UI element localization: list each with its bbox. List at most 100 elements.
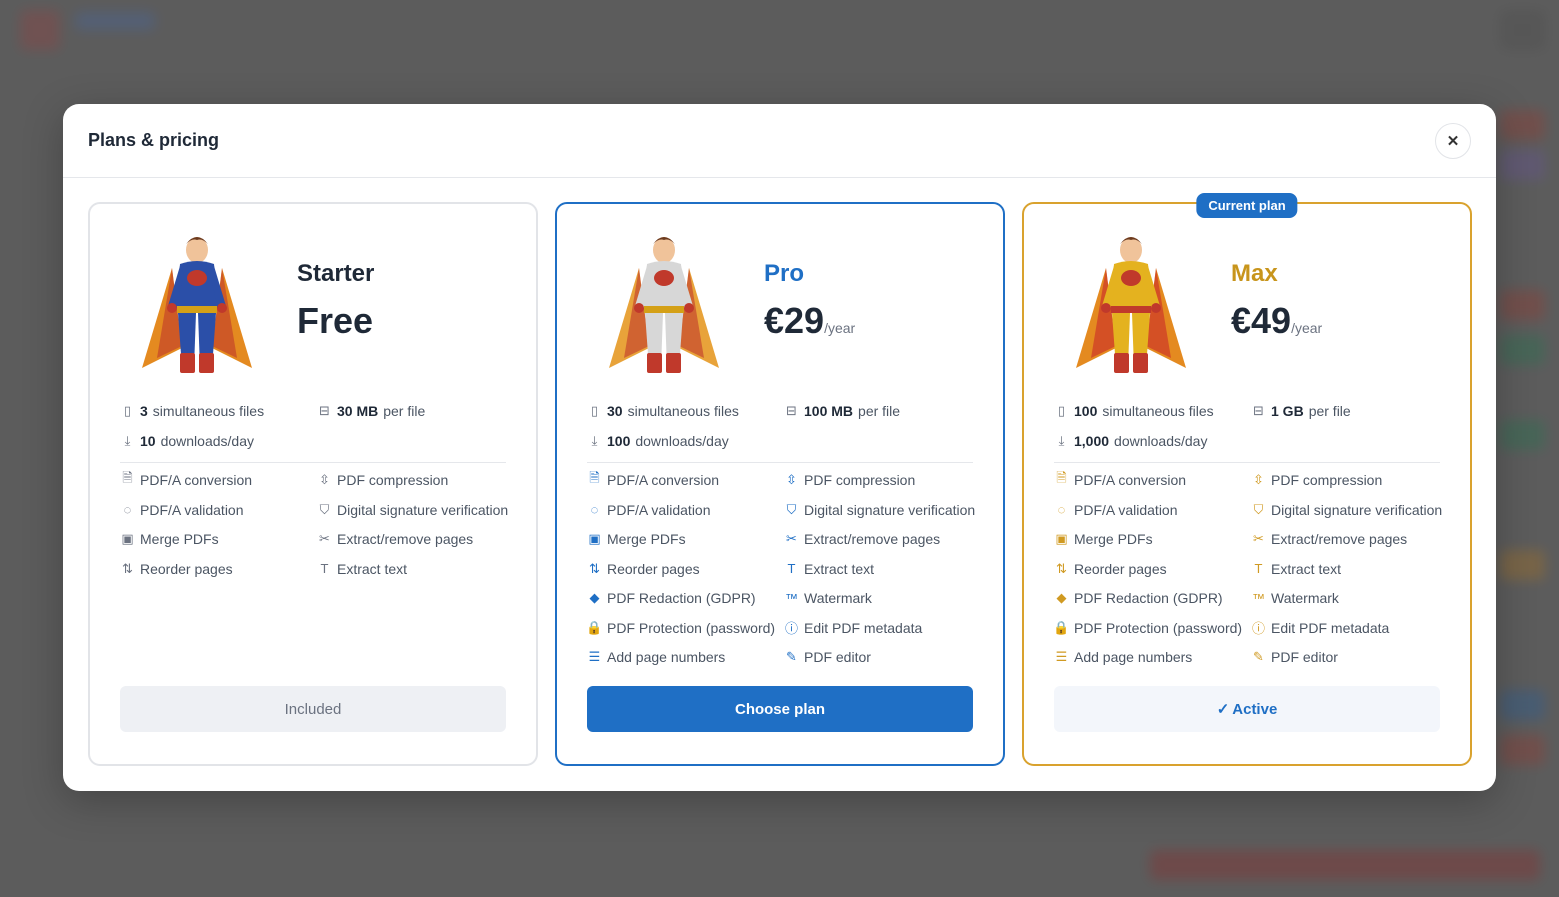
list-icon: ☰ bbox=[1055, 649, 1068, 664]
feature-label: Add page numbers bbox=[1074, 649, 1193, 665]
compress-icon: ⇳ bbox=[319, 472, 330, 487]
limit-value: 10 bbox=[140, 433, 156, 449]
limit-text: per file bbox=[858, 403, 901, 419]
shield-icon: ⛉ bbox=[1253, 501, 1264, 517]
choose-plan-button[interactable]: Choose plan bbox=[587, 686, 973, 732]
feature-item: ⛉ Digital signature verification bbox=[317, 501, 508, 519]
plan-name: Pro bbox=[764, 260, 805, 287]
feature-label: Digital signature verification bbox=[804, 501, 975, 518]
lock-icon: 🔒 bbox=[1054, 619, 1070, 635]
eraser-icon: ◆ bbox=[1056, 590, 1067, 605]
feature-label: PDF/A validation bbox=[1074, 501, 1178, 518]
feature-item: ⇅ Reorder pages bbox=[587, 560, 784, 578]
compress-icon: ⇳ bbox=[1253, 472, 1264, 487]
feature-item: ▣ Merge PDFs bbox=[587, 530, 784, 548]
feature-label: Extract/remove pages bbox=[804, 531, 941, 547]
edit-icon: ✎ bbox=[1253, 649, 1264, 664]
feature-item: ⇳ PDF compression bbox=[1251, 471, 1442, 489]
feature-item: ◌ PDF/A validation bbox=[587, 501, 784, 519]
limit-item: ⊟ 1 GB per file bbox=[1251, 402, 1440, 420]
limit-value: 100 MB bbox=[804, 403, 854, 419]
hero-illustration bbox=[132, 228, 262, 388]
feature-label: PDF/A validation bbox=[140, 501, 244, 518]
feature-item: 🔒 PDF Protection (password) bbox=[1054, 619, 1251, 637]
plan-card-max: Current plan Max €49/year ▯ 100 simultan… bbox=[1022, 193, 1472, 766]
merge-icon: ▣ bbox=[588, 531, 601, 546]
feature-label: PDF editor bbox=[804, 649, 871, 665]
feature-label: Reorder pages bbox=[607, 560, 700, 577]
cta-label: Active bbox=[1232, 700, 1278, 718]
limit-text: simultaneous files bbox=[1102, 403, 1214, 419]
limit-text: per file bbox=[383, 403, 426, 419]
feature-label: Edit PDF metadata bbox=[804, 619, 923, 636]
feature-label: Merge PDFs bbox=[140, 531, 219, 547]
plan-header: Max €49/year bbox=[1054, 204, 1440, 402]
limit-value: 30 MB bbox=[337, 403, 379, 419]
feature-item: ☰ Add page numbers bbox=[587, 648, 784, 666]
reorder-icon: ⇅ bbox=[589, 560, 600, 576]
feature-item: T Extract text bbox=[784, 560, 975, 578]
feature-label: PDF Redaction (GDPR) bbox=[607, 590, 756, 606]
feature-item: ✂ Extract/remove pages bbox=[784, 530, 975, 548]
feature-label: PDF editor bbox=[1271, 649, 1338, 665]
feature-item: ⇅ Reorder pages bbox=[120, 560, 317, 578]
pdfa-icon: 🗎 bbox=[1056, 471, 1067, 485]
feature-label: Add page numbers bbox=[607, 649, 726, 665]
watermark-icon: ™ bbox=[785, 590, 798, 606]
feature-label: Watermark bbox=[804, 590, 872, 606]
plan-features: 🗎 PDF/A conversion ⇳ PDF compression ◌ P… bbox=[120, 471, 508, 578]
feature-item: ◆ PDF Redaction (GDPR) bbox=[1054, 589, 1251, 607]
check-circle-icon: ◌ bbox=[590, 502, 599, 517]
plan-info: Max €49/year bbox=[1231, 260, 1322, 342]
close-button[interactable]: ✕ bbox=[1435, 122, 1471, 159]
feature-item: ⇳ PDF compression bbox=[317, 471, 508, 489]
feature-item: T Extract text bbox=[317, 560, 508, 578]
check-circle-icon: ✓ bbox=[1216, 701, 1230, 718]
storage-icon: ⊟ bbox=[1253, 403, 1264, 418]
lock-icon: 🔒 bbox=[587, 619, 603, 635]
feature-item: ⛉ Digital signature verification bbox=[784, 501, 975, 519]
limit-value: 3 bbox=[140, 403, 148, 419]
modal-header: Plans & pricing ✕ bbox=[63, 104, 1496, 178]
plan-price: Free bbox=[297, 300, 374, 341]
limit-text: simultaneous files bbox=[627, 403, 739, 419]
feature-item: ✂ Extract/remove pages bbox=[1251, 530, 1442, 548]
limit-value: 100 bbox=[607, 433, 631, 449]
feature-item: 🗎 PDF/A conversion bbox=[120, 471, 317, 489]
feature-label: Digital signature verification bbox=[1271, 501, 1442, 518]
limit-value: 1,000 bbox=[1074, 433, 1110, 449]
text-icon: T bbox=[320, 561, 329, 576]
merge-icon: ▣ bbox=[1055, 531, 1068, 546]
feature-label: Reorder pages bbox=[1074, 560, 1167, 577]
eraser-icon: ◆ bbox=[589, 590, 600, 605]
storage-icon: ⊟ bbox=[319, 403, 330, 418]
limit-item: ▯ 30 simultaneous files bbox=[587, 402, 784, 420]
feature-item: ⓘ Edit PDF metadata bbox=[784, 619, 975, 637]
limit-item: ▯ 3 simultaneous files bbox=[120, 402, 317, 420]
feature-item: ⇳ PDF compression bbox=[784, 471, 975, 489]
feature-label: Reorder pages bbox=[140, 560, 233, 577]
pdfa-icon: 🗎 bbox=[122, 471, 133, 485]
storage-icon: ⊟ bbox=[786, 403, 797, 418]
plan-price: €29 bbox=[764, 300, 825, 341]
feature-label: Extract text bbox=[1271, 560, 1342, 577]
feature-label: Edit PDF metadata bbox=[1271, 619, 1390, 636]
plan-name: Starter bbox=[297, 260, 375, 287]
feature-label: PDF/A conversion bbox=[607, 472, 720, 488]
cta-label: Included bbox=[284, 700, 342, 718]
feature-item: ™ Watermark bbox=[784, 589, 975, 607]
check-circle-icon: ◌ bbox=[1057, 502, 1066, 517]
plan-limits: ▯ 30 simultaneous files ⊟ 100 MB per fil… bbox=[587, 402, 973, 463]
feature-item: ⇅ Reorder pages bbox=[1054, 560, 1251, 578]
plan-price: €49 bbox=[1231, 300, 1292, 341]
feature-item: ⓘ Edit PDF metadata bbox=[1251, 619, 1442, 637]
check-circle-icon: ◌ bbox=[123, 502, 132, 517]
shield-icon: ⛉ bbox=[786, 501, 797, 517]
feature-label: PDF/A conversion bbox=[1074, 472, 1187, 488]
feature-label: Extract text bbox=[804, 560, 875, 577]
feature-label: PDF compression bbox=[337, 472, 449, 488]
feature-label: Digital signature verification bbox=[337, 501, 508, 518]
limit-text: simultaneous files bbox=[152, 403, 265, 419]
plan-card-starter: Starter Free ▯ 3 simultaneous files ⊟ 30… bbox=[88, 202, 538, 766]
download-icon: ⤓ bbox=[1058, 433, 1065, 448]
